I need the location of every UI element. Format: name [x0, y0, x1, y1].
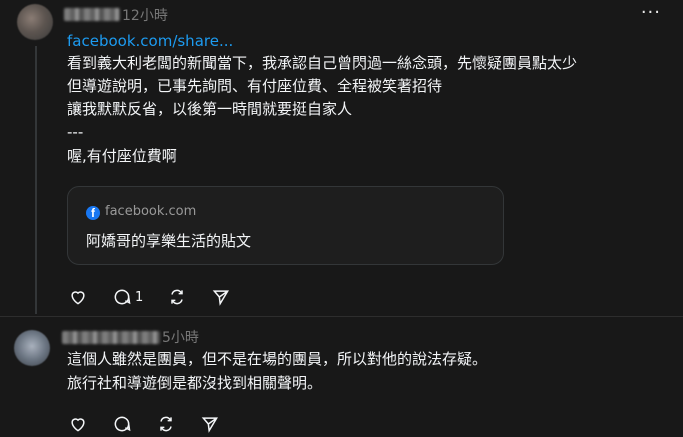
card-domain: facebook.com [105, 204, 197, 219]
post-divider [0, 316, 683, 317]
post-actions [68, 414, 244, 434]
post-time: 12小時 [122, 8, 168, 24]
shared-link[interactable]: facebook.com/share... [67, 32, 233, 50]
post-body-line-2: 旅行社和導遊倒是都沒找到相關聲明。 [67, 374, 323, 392]
share-button[interactable] [200, 414, 220, 434]
send-icon [212, 290, 230, 306]
repost-icon [160, 416, 172, 432]
send-icon [201, 417, 218, 433]
avatar[interactable] [14, 330, 50, 366]
post-time: 5小時 [162, 330, 199, 346]
like-button[interactable] [68, 414, 88, 434]
repost-icon [171, 289, 184, 305]
post-body-line-4: --- [67, 123, 84, 141]
heart-icon [71, 418, 85, 432]
share-button[interactable] [211, 287, 231, 307]
avatar[interactable] [17, 4, 53, 40]
comment-icon [114, 289, 131, 305]
reply-count: 1 [135, 289, 144, 305]
comment-icon [114, 416, 131, 432]
post-body-line-2: 但導遊說明，已事先詢問、有付座位費、全程被笑著招待 [67, 77, 443, 95]
post-body-line-1: 這個人雖然是團員，但不是在場的團員，所以對他的說法存疑。 [67, 350, 488, 368]
thread-line [35, 46, 37, 314]
card-title: 阿嬌哥的享樂生活的貼文 [86, 232, 252, 250]
username-blurred[interactable] [64, 8, 120, 21]
repost-button[interactable] [167, 287, 187, 307]
post-actions: 1 [68, 287, 255, 307]
facebook-logo-icon: f [86, 206, 100, 220]
post-body-line-5: 喔,有付座位費啊 [67, 147, 177, 165]
like-button[interactable] [68, 287, 88, 307]
post-body-line-3: 讓我默默反省，以後第一時間就要挺自家人 [67, 100, 353, 118]
link-preview-card[interactable]: f facebook.com 阿嬌哥的享樂生活的貼文 [67, 186, 504, 265]
post-body-line-1: 看到義大利老闆的新聞當下，我承認自己曾閃過一絲念頭，先懷疑團員點太少 [67, 54, 578, 72]
reply-button[interactable] [112, 414, 132, 434]
more-icon[interactable]: ··· [641, 2, 661, 23]
repost-button[interactable] [156, 414, 176, 434]
reply-button[interactable]: 1 [112, 287, 143, 307]
username-blurred[interactable] [62, 331, 160, 344]
heart-icon [71, 291, 85, 305]
